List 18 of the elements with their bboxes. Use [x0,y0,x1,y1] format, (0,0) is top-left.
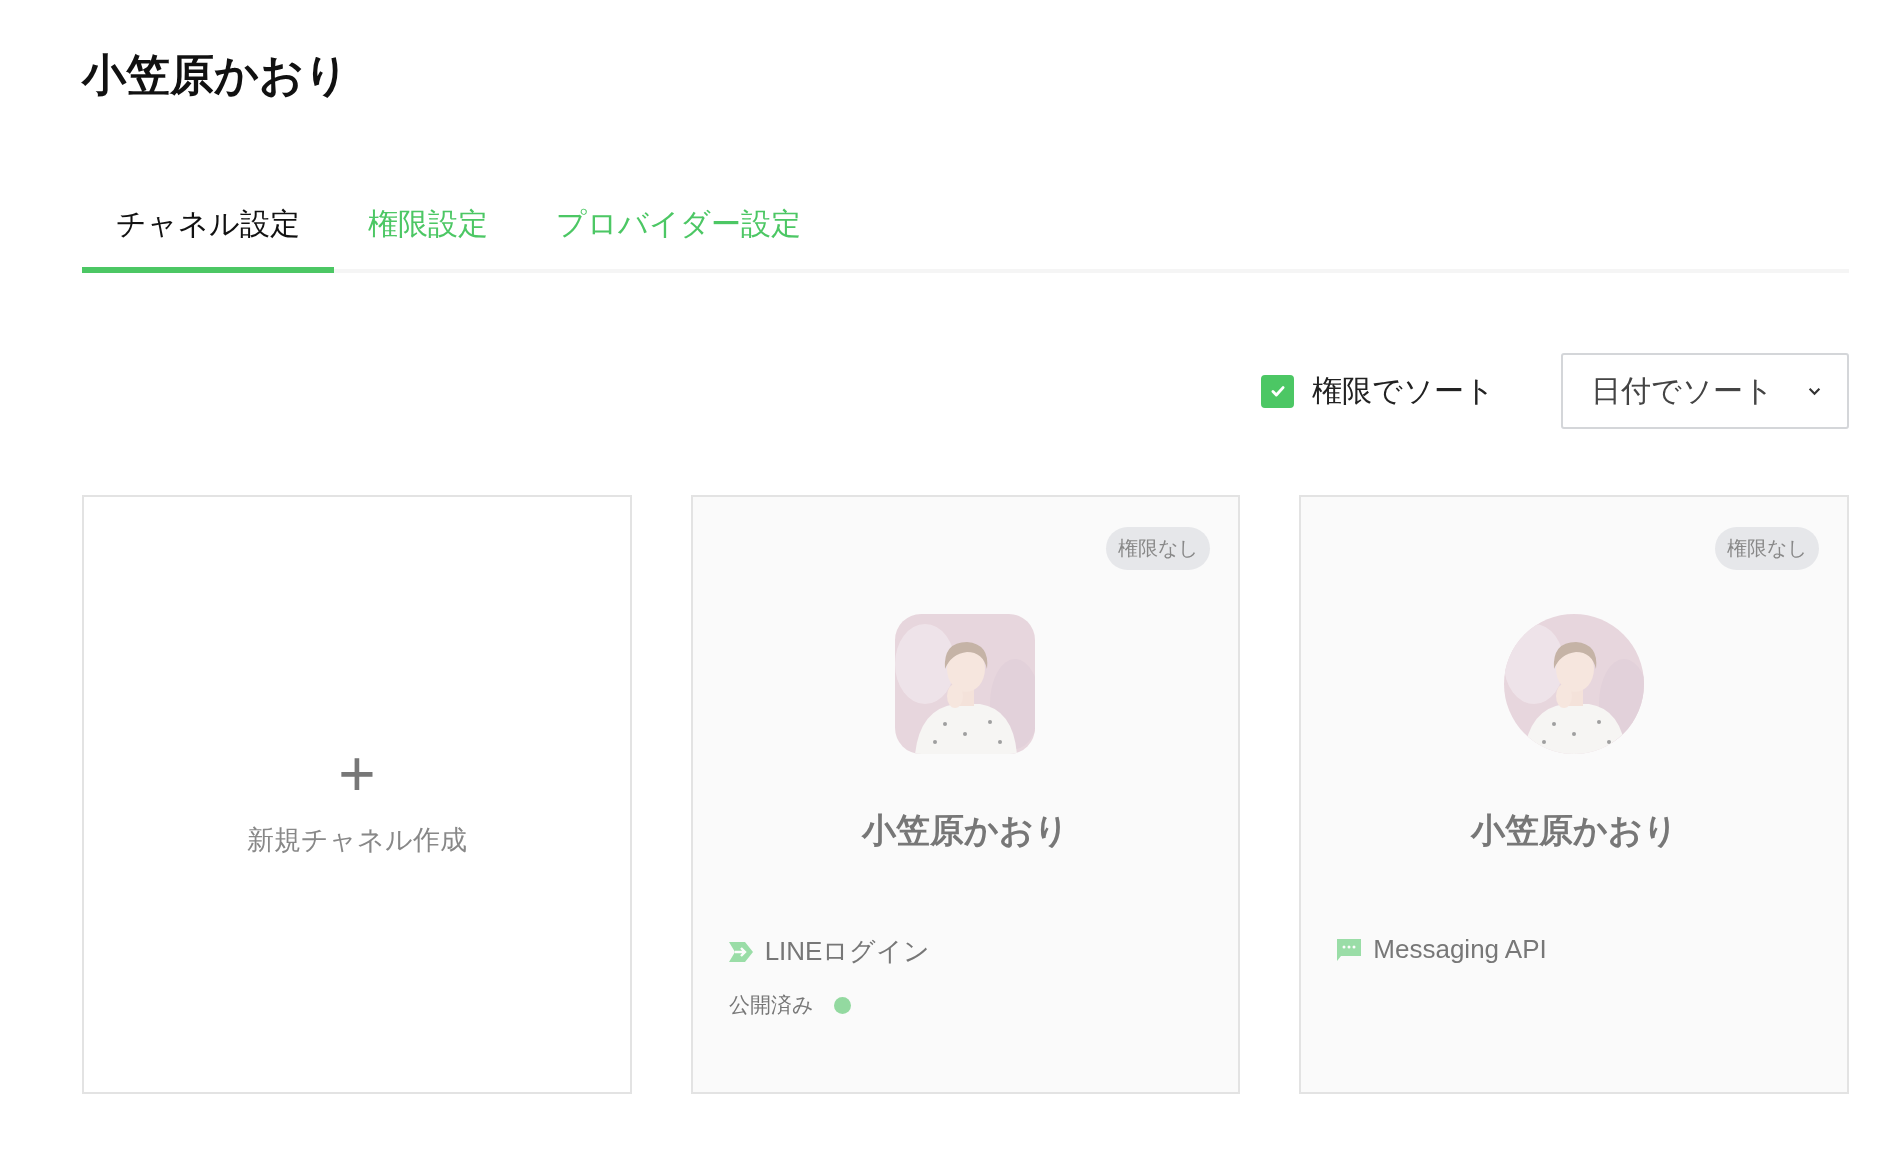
channel-name: 小笠原かおり [1470,810,1678,851]
permission-badge: 権限なし [1715,527,1819,570]
new-channel-label: 新規チャネル作成 [246,823,467,857]
page-title: 小笠原かおり [82,49,350,101]
tab[interactable]: チャネル設定 [82,204,334,273]
checkbox[interactable] [1261,374,1294,408]
plus-icon: + [338,741,376,806]
channel-type: Messaging API [1373,934,1547,965]
status-label: 公開済み [728,992,814,1018]
chevron-down-icon [1808,386,1821,396]
arrow-right-icon [728,941,753,962]
permission-badge: 権限なし [1106,527,1211,570]
chat-bubble-icon [1337,938,1362,961]
sort-dropdown[interactable]: 日付でソート [1561,353,1849,429]
new-channel-card[interactable]: + 新規チャネル作成 [82,495,632,1094]
checkbox-label: 権限でソート [1312,372,1495,409]
channel-type: LINEログイン [764,935,931,968]
channel-name: 小笠原かおり [862,810,1069,851]
